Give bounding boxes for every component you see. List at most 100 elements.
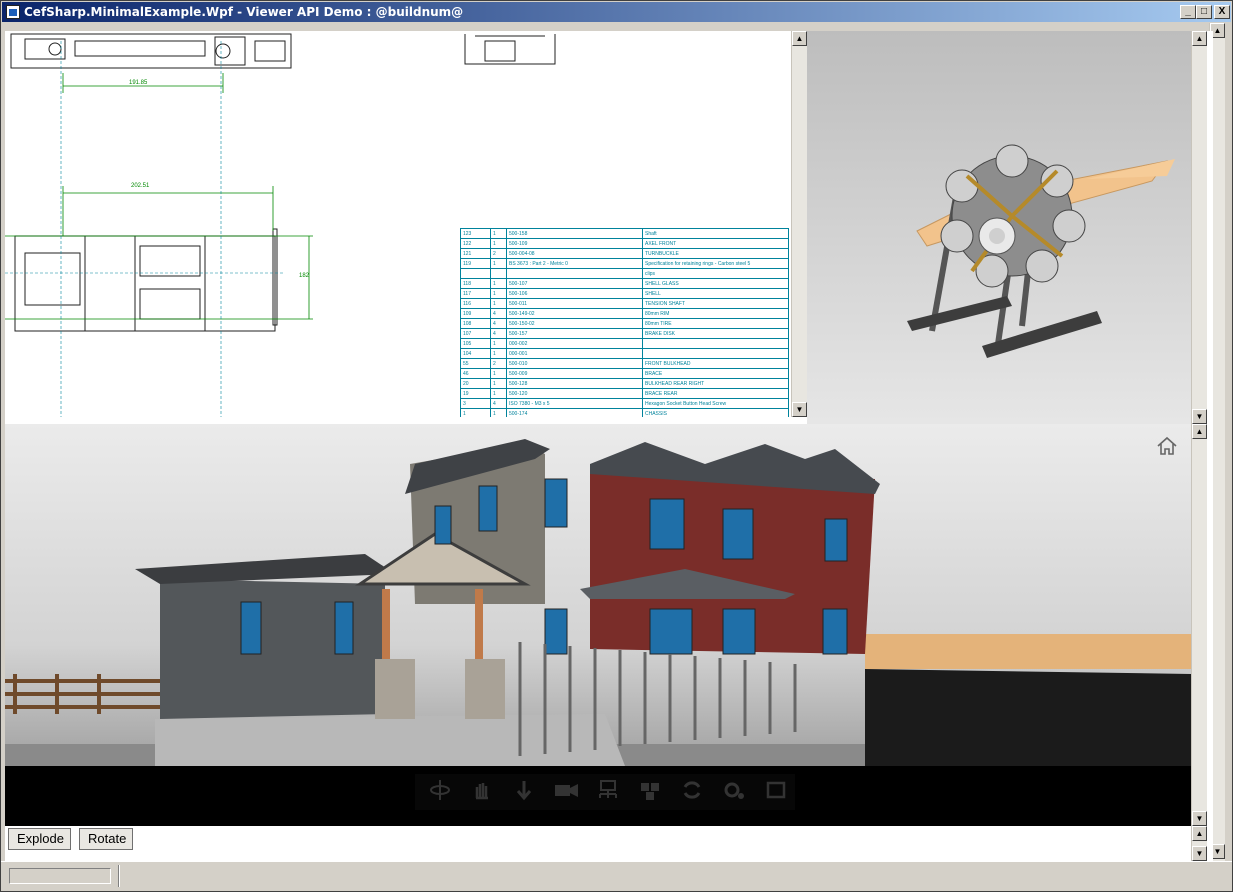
table-cell: Hexagon Socket Button Head Screw (642, 398, 789, 409)
table-cell: 117 (460, 288, 491, 299)
table-cell: 1 (490, 258, 507, 269)
table-cell: BRAKE DISK (642, 328, 789, 339)
table-row: 116 1 500-011 TENSION SHAFT (460, 298, 789, 309)
table-row: 46 1 500-009 BRACE (460, 368, 789, 379)
table-cell: 1 (490, 348, 507, 359)
table-cell: 4 (490, 398, 507, 409)
engine-viewer[interactable] (807, 31, 1191, 424)
table-cell: 500-149-02 (506, 308, 643, 319)
table-cell: TURNBUCKLE (642, 248, 789, 259)
house-scrollbar[interactable]: ▲ ▼ (1191, 424, 1207, 826)
table-cell: 80mm RIM (642, 308, 789, 319)
drawing-viewer[interactable]: 191.85 202.51 182 123 1 500-158 Shaft 122 1 50… (5, 31, 793, 417)
client-area: 191.85 202.51 182 123 1 500-158 Shaft 122 1 50… (5, 31, 1213, 861)
scroll-up-button[interactable]: ▲ (1192, 826, 1207, 841)
table-cell: 500-157 (506, 328, 643, 339)
table-row: 20 1 500-128 BULKHEAD REAR RIGHT (460, 378, 789, 389)
dim-label-3: 182 (299, 273, 310, 279)
table-cell: 500-010 (506, 358, 643, 369)
table-cell: 2 (490, 358, 507, 369)
table-row: 1 1 500-174 CHASSIS (460, 408, 789, 417)
table-cell: 500-158 (506, 228, 643, 239)
table-row: 108 4 500-150-02 80mm TIRE (460, 318, 789, 329)
table-cell: BS 3673 : Part 2 - Metric 0 (506, 258, 643, 269)
table-cell: 119 (460, 258, 491, 269)
orbit-icon[interactable] (423, 774, 457, 806)
table-row: 107 4 500-157 BRAKE DISK (460, 328, 789, 339)
table-cell (490, 268, 507, 279)
drawing-scrollbar[interactable]: ▲ ▼ (791, 31, 807, 417)
table-cell: TENSION SHAFT (642, 298, 789, 309)
table-cell: 1 (490, 288, 507, 299)
table-row: 105 1 000-002 (460, 338, 789, 349)
app-window: CefSharp.MinimalExample.Wpf - Viewer API… (0, 0, 1233, 892)
table-cell: 000-002 (506, 338, 643, 349)
pan-icon[interactable] (465, 774, 499, 806)
table-cell: 1 (490, 388, 507, 399)
table-cell: 500-120 (506, 388, 643, 399)
table-cell: 500-107 (506, 278, 643, 289)
table-cell: AXEL FRONT (642, 238, 789, 249)
table-cell: 500-011 (506, 298, 643, 309)
table-cell (460, 268, 491, 279)
action-bar: Explode Rotate (5, 826, 1191, 861)
scroll-down-button[interactable]: ▼ (1192, 846, 1207, 861)
table-cell: 3 (460, 398, 491, 409)
table-cell: 1 (460, 408, 491, 417)
fullscreen-icon[interactable] (759, 774, 793, 806)
table-cell: 000-001 (506, 348, 643, 359)
close-button[interactable]: X (1214, 5, 1230, 19)
maximize-button[interactable]: □ (1196, 5, 1212, 19)
scroll-down-button[interactable]: ▼ (792, 402, 807, 417)
table-cell: FRONT BULKHEAD (642, 358, 789, 369)
engine-scrollbar[interactable]: ▲ ▼ (1191, 31, 1207, 424)
table-cell: 104 (460, 348, 491, 359)
table-cell: 1 (490, 238, 507, 249)
table-cell: BRACE (642, 368, 789, 379)
zoom-icon[interactable] (507, 774, 541, 806)
table-row: 119 1 BS 3673 : Part 2 - Metric 0 Specifica… (460, 258, 789, 269)
table-cell: 1 (490, 368, 507, 379)
table-row: 19 1 500-120 BRACE REAR (460, 388, 789, 399)
table-cell: 500-128 (506, 378, 643, 389)
window-title: CefSharp.MinimalExample.Wpf - Viewer API… (24, 5, 464, 19)
scroll-down-button[interactable]: ▼ (1192, 409, 1207, 424)
action-scrollbar[interactable]: ▲ ▼ (1191, 826, 1207, 861)
table-cell: 4 (490, 328, 507, 339)
home-icon[interactable] (1155, 434, 1179, 458)
viewer-tools (415, 774, 795, 810)
table-row: 117 1 500-106 SHELL (460, 288, 789, 299)
table-cell: 1 (490, 378, 507, 389)
status-field (9, 868, 111, 884)
scroll-down-button[interactable]: ▼ (1192, 811, 1207, 826)
table-cell: 122 (460, 238, 491, 249)
table-cell: 19 (460, 388, 491, 399)
rotate-button[interactable]: Rotate (79, 828, 133, 850)
model-browser-icon[interactable] (591, 774, 625, 806)
minimize-button[interactable]: _ (1180, 5, 1196, 19)
table-cell (642, 338, 789, 349)
table-row: 104 1 000-001 (460, 348, 789, 359)
table-cell: BRACE REAR (642, 388, 789, 399)
rotate-icon[interactable] (675, 774, 709, 806)
table-cell: 1 (490, 408, 507, 417)
table-row: 118 1 500-107 SHELL GLASS (460, 278, 789, 289)
table-row: 109 4 500-149-02 80mm RIM (460, 308, 789, 319)
scroll-up-button[interactable]: ▲ (792, 31, 807, 46)
explode-button[interactable]: Explode (8, 828, 71, 850)
explode-icon[interactable] (633, 774, 667, 806)
title-bar[interactable]: CefSharp.MinimalExample.Wpf - Viewer API… (2, 2, 1231, 22)
table-cell: 46 (460, 368, 491, 379)
table-cell: 1 (490, 298, 507, 309)
house-viewer[interactable] (5, 424, 1191, 826)
settings-icon[interactable] (717, 774, 751, 806)
table-cell: 500-174 (506, 408, 643, 417)
camera-icon[interactable] (549, 774, 583, 806)
bom-table: 123 1 500-158 Shaft 122 1 500-109 AXEL FRONT 121… (460, 228, 789, 417)
scroll-up-button[interactable]: ▲ (1192, 424, 1207, 439)
status-separator (118, 865, 120, 887)
table-cell: 2 (490, 248, 507, 259)
scroll-up-button[interactable]: ▲ (1192, 31, 1207, 46)
table-cell: 1 (490, 278, 507, 289)
table-cell: clips (642, 268, 789, 279)
